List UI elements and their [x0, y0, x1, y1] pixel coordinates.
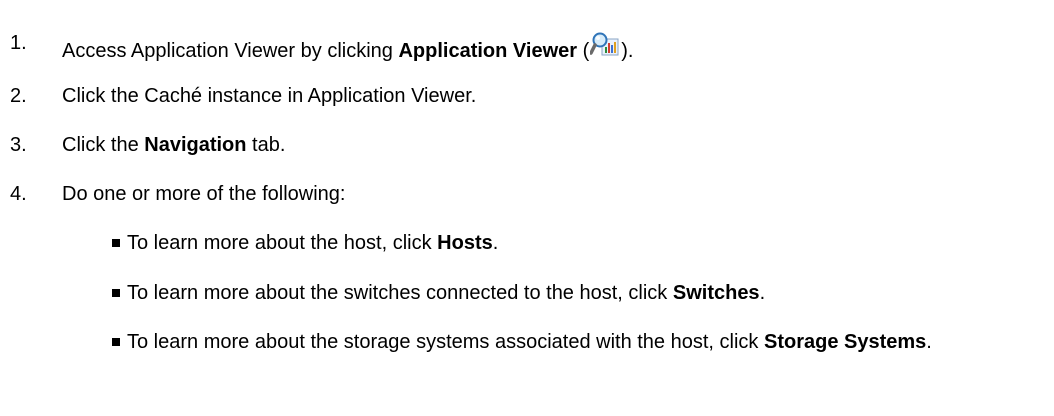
step-number: 2.: [10, 85, 27, 107]
navigation-label: Navigation: [144, 134, 247, 156]
step-text: Do one or more of the following:: [62, 183, 346, 205]
substep-text-post: .: [926, 331, 932, 353]
step-number: 1.: [10, 32, 27, 54]
step-number: 4.: [10, 183, 27, 205]
substep-text: To learn more about the host, click Host…: [127, 228, 1047, 258]
substep-text-pre: To learn more about the host, click: [127, 232, 438, 254]
close-paren: ).: [621, 40, 634, 62]
step-number: 3.: [10, 134, 27, 156]
storage-systems-label: Storage Systems: [763, 331, 927, 353]
step-text: Click the Navigation tab.: [62, 133, 285, 157]
step-text: Click the Caché instance in Application …: [62, 85, 477, 107]
step-text-pre: Click the: [62, 134, 145, 156]
switches-label: Switches: [672, 282, 760, 304]
substep-text-post: .: [759, 282, 766, 304]
substep-text-post: .: [492, 232, 499, 254]
step-text-post: tab.: [246, 134, 286, 156]
step-text: Access Application Viewer by clicking Ap…: [62, 31, 633, 63]
square-bullet-icon: [112, 289, 120, 297]
application-viewer-icon: [589, 31, 620, 61]
substep-text: To learn more about the switches connect…: [127, 278, 1047, 308]
application-viewer-label: Application Viewer: [398, 40, 578, 62]
square-bullet-icon: [112, 239, 120, 247]
step-text-pre: Access Application Viewer by clicking: [62, 40, 399, 62]
substep-text-pre: To learn more about the storage systems …: [127, 331, 764, 353]
substep-text: To learn more about the storage systems …: [127, 327, 1047, 357]
open-paren: (: [577, 40, 590, 62]
hosts-label: Hosts: [437, 232, 493, 254]
substep-text-pre: To learn more about the switches connect…: [127, 282, 673, 304]
square-bullet-icon: [112, 338, 120, 346]
